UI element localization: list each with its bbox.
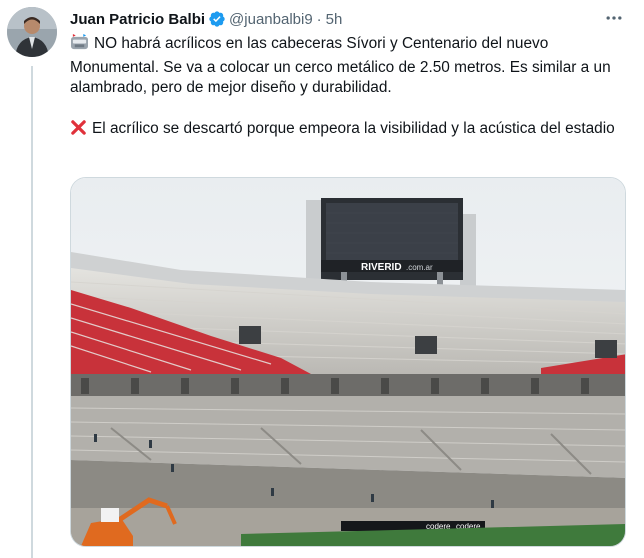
tweet-media-photo[interactable]: RIVERID .com.ar codere codere — [70, 177, 626, 547]
tweet-paragraph-2: El acrílico se descartó porque empeora l… — [70, 119, 626, 143]
tweet-timestamp[interactable]: 5h — [326, 11, 343, 28]
separator-dot: · — [316, 10, 322, 28]
tweet-paragraph-1: NO habrá acrílicos en las cabeceras Sívo… — [70, 34, 626, 99]
author-name[interactable]: Juan Patricio Balbi — [70, 11, 205, 28]
author-avatar[interactable] — [7, 7, 57, 57]
verified-badge-icon — [208, 10, 226, 28]
stadium-emoji — [70, 34, 89, 58]
author-handle[interactable]: @juanbalbi9 — [229, 11, 313, 28]
more-options-icon[interactable] — [602, 8, 626, 28]
avatar-photo — [7, 7, 57, 57]
tweet-paragraph-2-text: El acrílico se descartó porque empeora l… — [92, 120, 615, 137]
scoreboard-domain: .com.ar — [406, 263, 433, 272]
tweet-text: NO habrá acrílicos en las cabeceras Sívo… — [70, 34, 626, 143]
stadium-photo: RIVERID .com.ar codere codere — [71, 178, 625, 546]
tweet-header: Juan Patricio Balbi @juanbalbi9 · 5h — [70, 9, 342, 29]
cross-mark-emoji — [70, 119, 87, 143]
tweet-paragraph-1-text: NO habrá acrílicos en las cabeceras Sívo… — [70, 35, 611, 96]
scoreboard-brand: RIVERID — [361, 262, 402, 273]
thread-line — [31, 66, 33, 558]
